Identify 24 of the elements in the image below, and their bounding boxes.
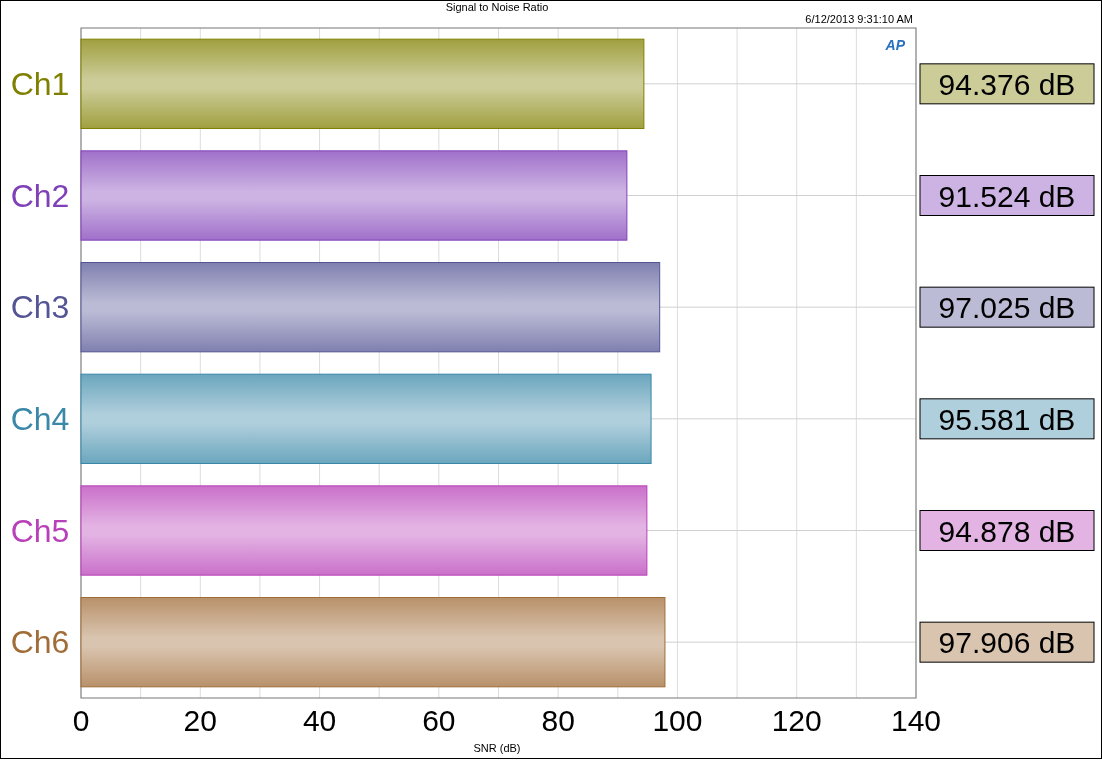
tick-label: 20: [183, 704, 217, 737]
category-label: Ch6: [10, 624, 70, 661]
value-readout: 94.878 dB: [919, 510, 1095, 551]
axis-title: SNR (dB): [473, 742, 521, 754]
timestamp: 6/12/2013 9:31:10 AM: [805, 13, 913, 25]
chart-title: Signal to Noise Ratio: [445, 1, 549, 13]
category-label: Ch2: [10, 177, 70, 214]
category-label: Ch5: [10, 512, 70, 549]
tick-label: 0: [72, 704, 90, 737]
tick-label: 40: [302, 704, 337, 737]
tick-label: 120: [771, 704, 822, 737]
category-label: Ch4: [10, 400, 70, 437]
category-label: Ch3: [10, 289, 70, 326]
tick-label: 80: [541, 704, 575, 737]
value-readout: 91.524 dB: [919, 175, 1095, 216]
tick-label: 140: [890, 704, 942, 737]
value-readout: 97.906 dB: [919, 621, 1095, 663]
value-readout: 97.025 dB: [919, 286, 1095, 328]
value-readout: 94.376 dB: [919, 63, 1095, 105]
category-label: Ch1: [10, 65, 70, 102]
value-readout: 95.581 dB: [919, 398, 1095, 440]
tick-label: 60: [422, 704, 456, 737]
tick-label: 100: [652, 704, 703, 737]
logo: AP: [885, 37, 905, 53]
